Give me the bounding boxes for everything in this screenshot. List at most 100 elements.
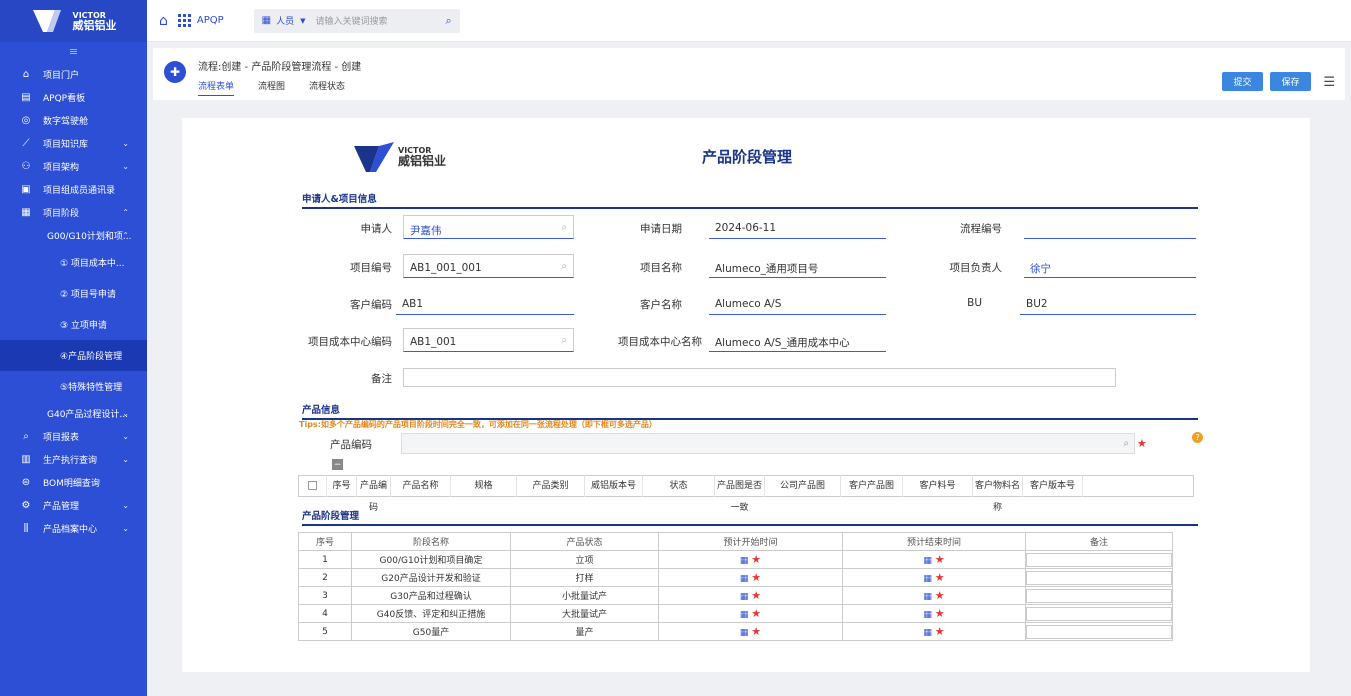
stage-end-date[interactable]: ▦ ★ [842,586,1026,605]
search-input[interactable]: 请输入关键词搜索 [316,14,446,27]
home-outline-icon: ⌂ [22,69,30,80]
cost-center-code-field[interactable]: AB1_001 ⌕ [403,328,574,352]
collapse-product-table-icon[interactable]: − [332,459,343,470]
stage-no: 3 [298,586,352,605]
global-search[interactable]: ▦ 人员 ▼ 请输入关键词搜索 ⌕ [253,8,460,33]
tab-flow-chart[interactable]: 流程图 [258,79,285,96]
calendar-icon[interactable]: ▦ [923,628,932,638]
submit-button[interactable]: 提交 [1222,72,1263,91]
calendar-icon[interactable]: ▦ [740,610,749,620]
product-col-header: 产品编码 [357,475,391,513]
bu-field[interactable]: BU2 [1020,291,1196,315]
sidebar-item-17[interactable]: ⚙ 产品管理 ⌄ [0,494,147,517]
calendar-icon[interactable]: ▦ [740,556,749,566]
cost-center-name-field[interactable]: Alumeco A/S_通用成本中心 [709,328,886,352]
sidebar-item-16[interactable]: ⊜ BOM明细查询 [0,471,147,494]
stage-end-date[interactable]: ▦ ★ [842,568,1026,587]
cost-center-name-label: 项目成本中心名称 [618,336,702,348]
sidebar-item-label: BOM明细查询 [43,479,100,489]
home-icon[interactable]: ⌂ [159,13,168,29]
sidebar-item-5[interactable]: ▣ 项目组成员通讯录 [0,178,147,201]
sidebar-item-7[interactable]: G00/G10计划和项... ⌃ [0,224,147,247]
project-number-value: AB1_001_001 [410,262,482,274]
calendar-icon[interactable]: ▦ [923,556,932,566]
table-row: 5 G50量产 量产 ▦ ★ ▦ ★ [298,622,1173,641]
customer-code-field[interactable]: AB1 [396,291,574,315]
stage-end-date[interactable]: ▦ ★ [842,550,1026,569]
tab-flow-form[interactable]: 流程表单 [198,79,235,96]
sidebar-item-4[interactable]: ⚇ 项目架构 ⌄ [0,155,147,178]
chevron-icon: ⌄ [122,501,129,510]
search-icon[interactable]: ⌕ [561,335,567,346]
customer-name-field[interactable]: Alumeco A/S [709,291,886,315]
sidebar-item-15[interactable]: ▥ 生产执行查询 ⌄ [0,448,147,471]
stage-end-date[interactable]: ▦ ★ [842,604,1026,623]
sidebar-item-10[interactable]: ③ 立项申请 [0,309,147,340]
stage-end-date[interactable]: ▦ ★ [842,622,1026,641]
product-code-input[interactable]: ⌕ [401,433,1135,454]
product-col-header: 产品图是否一致 [715,475,765,513]
date-field[interactable]: 2024-06-11 [709,215,886,239]
product-col-header: 产品名称 [391,475,451,497]
sidebar-item-label: 项目架构 [43,163,80,173]
sidebar-item-label: ③ 立项申请 [60,321,107,331]
search-icon[interactable]: ⌕ [561,222,567,233]
app-name[interactable]: APQP [197,15,224,26]
stage-col-header: 产品状态 [510,532,659,551]
collapse-menu-icon[interactable]: ≡ [0,42,147,60]
save-button[interactable]: 保存 [1270,72,1311,91]
remark-input[interactable] [403,368,1116,387]
search-icon[interactable]: ⌕ [561,261,567,272]
sidebar-item-12[interactable]: ⑤特殊特性管理 [0,371,147,402]
stage-status: 立项 [510,550,659,569]
sidebar-item-14[interactable]: ⌕ 项目报表 ⌄ [0,425,147,448]
stage-start-date[interactable]: ▦ ★ [658,550,843,569]
table-row: 3 G30产品和过程确认 小批量试产 ▦ ★ ▦ ★ [298,586,1173,605]
flow-number-field[interactable] [1024,215,1196,239]
sidebar-item-label: G40产品过程设计... [47,410,129,420]
select-all-checkbox[interactable] [299,475,327,497]
applicant-field[interactable]: 尹嘉伟 ⌕ [403,215,574,239]
stage-remark-input[interactable] [1026,606,1172,621]
sidebar-item-11[interactable]: ④产品阶段管理 [0,340,147,371]
stage-name: G50量产 [351,622,511,641]
search-icon[interactable]: ⌕ [446,14,452,28]
sidebar-item-6[interactable]: ▦ 项目阶段 ⌃ [0,201,147,224]
sidebar-item-1[interactable]: ▤ APQP看板 [0,86,147,109]
sidebar-item-2[interactable]: ◎ 数字驾驶舱 [0,109,147,132]
list-menu-icon[interactable]: ☰ [1323,75,1335,90]
calendar-icon[interactable]: ▦ [740,628,749,638]
sidebar-item-13[interactable]: G40产品过程设计... ⌄ [0,402,147,425]
stage-remark-input[interactable] [1026,588,1172,603]
stage-remark-input[interactable] [1026,570,1172,585]
calendar-icon[interactable]: ▦ [923,592,932,602]
stage-name: G30产品和过程确认 [351,586,511,605]
tab-flow-status[interactable]: 流程状态 [309,79,345,96]
stage-name: G40反馈、评定和纠正措施 [351,604,511,623]
sidebar-item-label: ① 项目成本中... [60,259,125,269]
stage-start-date[interactable]: ▦ ★ [658,568,843,587]
search-icon[interactable]: ⌕ [1123,438,1129,449]
project-number-field[interactable]: AB1_001_001 ⌕ [403,254,574,278]
stage-start-date[interactable]: ▦ ★ [658,586,843,605]
calendar-icon[interactable]: ▦ [740,574,749,584]
stage-remark-input[interactable] [1026,624,1172,639]
person-filter-select[interactable]: 人员 [276,14,294,27]
project-name-field[interactable]: Alumeco_通用项目号 [709,254,886,278]
stage-start-date[interactable]: ▦ ★ [658,622,843,641]
help-icon[interactable]: ? [1192,432,1203,443]
sidebar-item-3[interactable]: ⟋ 项目知识库 ⌄ [0,132,147,155]
calendar-icon[interactable]: ▦ [923,574,932,584]
project-owner-field[interactable]: 徐宁 [1024,254,1196,278]
sidebar-item-9[interactable]: ② 项目号申请 [0,278,147,309]
sidebar-item-18[interactable]: ⫼ 产品档案中心 ⌄ [0,517,147,540]
stage-start-date[interactable]: ▦ ★ [658,604,843,623]
sidebar-item-8[interactable]: ① 项目成本中... [0,247,147,278]
stage-remark-input[interactable] [1026,552,1172,567]
sidebar-item-0[interactable]: ⌂ 项目门户 [0,63,147,86]
stage-no: 4 [298,604,352,623]
calendar-icon[interactable]: ▦ [923,610,932,620]
product-col-header: 客户料号 [903,475,973,497]
apps-grid-icon[interactable] [177,14,191,27]
calendar-icon[interactable]: ▦ [740,592,749,602]
